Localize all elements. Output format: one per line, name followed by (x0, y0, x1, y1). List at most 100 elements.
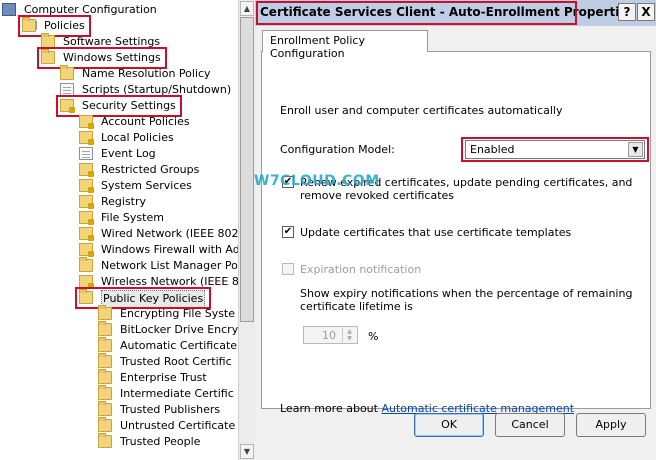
ok-button[interactable]: OK (414, 413, 484, 437)
tree-item-label: BitLocker Drive Encry (120, 323, 238, 336)
folder-icon (98, 369, 112, 384)
folder-icon (98, 417, 112, 432)
scroll-up-button[interactable]: ▲ (240, 1, 254, 16)
lock-icon (79, 211, 94, 225)
dialog-body: Enrollment Policy Configuration Enroll u… (255, 26, 656, 460)
dialog-title: Certificate Services Client - Auto-Enrol… (260, 5, 635, 19)
scroll-thumb[interactable] (240, 17, 254, 322)
tree-item-label: Scripts (Startup/Shutdown) (82, 83, 232, 96)
lock-icon (79, 243, 94, 257)
tree-item[interactable]: Trusted Publishers (0, 401, 238, 418)
tree-item-label: Automatic Certificate (120, 339, 238, 352)
close-button[interactable]: X (637, 3, 655, 21)
help-button[interactable]: ? (618, 3, 636, 21)
configuration-model-label: Configuration Model: (280, 143, 395, 156)
lock-icon (79, 195, 94, 209)
tree-item[interactable]: +Event Log (0, 146, 238, 162)
lock-icon (79, 227, 94, 241)
tree-item-label: Trusted People (120, 435, 201, 448)
tree-item-label: Untrusted Certificate (120, 419, 236, 432)
tree-item-label: Account Policies (101, 115, 190, 128)
tree-item-label: Event Log (101, 147, 156, 160)
folder-icon (98, 401, 112, 416)
tab-panel: Enroll user and computer certificates au… (261, 51, 651, 415)
tree-item[interactable]: Trusted Root Certific (0, 353, 238, 370)
expiry-text: Show expiry notifications when the perce… (300, 287, 633, 313)
tree-item[interactable]: +Windows Firewall with Ad (0, 242, 238, 258)
lock-icon (79, 115, 94, 129)
tree-item[interactable]: +Local Policies (0, 130, 238, 146)
chevron-down-icon[interactable]: ▼ (628, 142, 643, 157)
expiration-label: Expiration notification (300, 263, 422, 276)
lock-icon (60, 99, 75, 113)
tree-item-label: Windows Settings (63, 51, 161, 64)
lock-icon (79, 131, 94, 145)
tree-item[interactable]: +File System (0, 210, 238, 226)
tree-item-label: Security Settings (82, 99, 176, 112)
tree-item-label: Restricted Groups (101, 163, 200, 176)
dialog-titlebar[interactable]: Certificate Services Client - Auto-Enrol… (255, 0, 656, 26)
tree-item[interactable]: +Software Settings (0, 33, 238, 50)
folder-icon (41, 33, 55, 48)
expiration-checkbox[interactable] (282, 263, 294, 275)
intro-text: Enroll user and computer certificates au… (280, 104, 563, 117)
tree-item[interactable]: +System Services (0, 178, 238, 194)
tree-scrollbar[interactable]: ▲ ▼ (238, 0, 255, 460)
stepper-up-icon[interactable]: ▲ (343, 328, 356, 335)
configuration-model-select[interactable]: Enabled ▼ (465, 140, 645, 159)
apply-button[interactable]: Apply (576, 413, 646, 437)
tree-item[interactable]: Intermediate Certific (0, 385, 238, 402)
tree-item[interactable]: −Windows Settings (0, 49, 238, 66)
properties-dialog: Certificate Services Client - Auto-Enrol… (255, 0, 656, 460)
tree-item-label: Trusted Publishers (120, 403, 221, 416)
tree-item[interactable]: +Registry (0, 194, 238, 210)
lock-icon (79, 275, 94, 289)
scroll-down-button[interactable]: ▼ (240, 444, 254, 459)
tab-label: Enrollment Policy Configuration (270, 34, 365, 60)
expiry-percentage-stepper[interactable]: 10 ▲ ▼ (303, 326, 358, 344)
update-checkbox[interactable]: ✔ (282, 226, 294, 238)
tree-item[interactable]: +Restricted Groups (0, 162, 238, 178)
cancel-button[interactable]: Cancel (495, 413, 565, 437)
folder-icon (60, 65, 74, 80)
tree-item[interactable]: Encrypting File Syste (0, 305, 238, 322)
tree-item[interactable]: Automatic Certificate (0, 337, 238, 354)
tree-item[interactable]: Enterprise Trust (0, 369, 238, 386)
tree-item-label: Wireless Network (IEEE 8 (101, 275, 238, 288)
doc-icon (60, 83, 74, 96)
tree-item-label: Intermediate Certific (120, 387, 234, 400)
tree-item[interactable]: −Policies (0, 17, 238, 34)
tree-item[interactable]: Trusted People (0, 433, 238, 450)
percent-label: % (368, 330, 379, 343)
tree-item[interactable]: +Wired Network (IEEE 802 (0, 226, 238, 242)
lock-icon (79, 163, 94, 177)
tree-item-label: Name Resolution Policy (82, 67, 211, 80)
folder-icon (98, 353, 112, 368)
monitor-icon (2, 3, 16, 16)
update-label: Update certificates that use certificate… (300, 226, 572, 239)
tree-item[interactable]: −Computer Configuration (0, 2, 238, 18)
learn-prefix: Learn more about (280, 402, 382, 415)
tree-item[interactable]: Network List Manager Po (0, 257, 238, 274)
folder-icon (79, 289, 93, 304)
tree-item[interactable]: −Security Settings (0, 98, 238, 114)
tab-enrollment-policy[interactable]: Enrollment Policy Configuration (262, 30, 428, 60)
tree-item-label: Wired Network (IEEE 802 (101, 227, 238, 240)
tree-item[interactable]: −Public Key Policies (0, 289, 238, 308)
tree-item-label: Trusted Root Certific (120, 355, 232, 368)
folder-icon (98, 305, 112, 320)
folder-icon (98, 337, 112, 352)
folder-icon (98, 321, 112, 336)
tree-item-label: Registry (101, 195, 147, 208)
folder-icon (22, 17, 36, 32)
tree-item-label: Software Settings (63, 35, 161, 48)
tree-item[interactable]: BitLocker Drive Encry (0, 321, 238, 338)
tree-item[interactable]: +Wireless Network (IEEE 8 (0, 274, 238, 290)
tree-item[interactable]: +Name Resolution Policy (0, 65, 238, 82)
tree-item-label: File System (101, 211, 164, 224)
tree-item[interactable]: Untrusted Certificate (0, 417, 238, 434)
tree-item[interactable]: Scripts (Startup/Shutdown) (0, 82, 238, 98)
stepper-down-icon[interactable]: ▼ (343, 335, 356, 342)
tree-item[interactable]: +Account Policies (0, 114, 238, 130)
stepper-value: 10 (322, 329, 336, 342)
